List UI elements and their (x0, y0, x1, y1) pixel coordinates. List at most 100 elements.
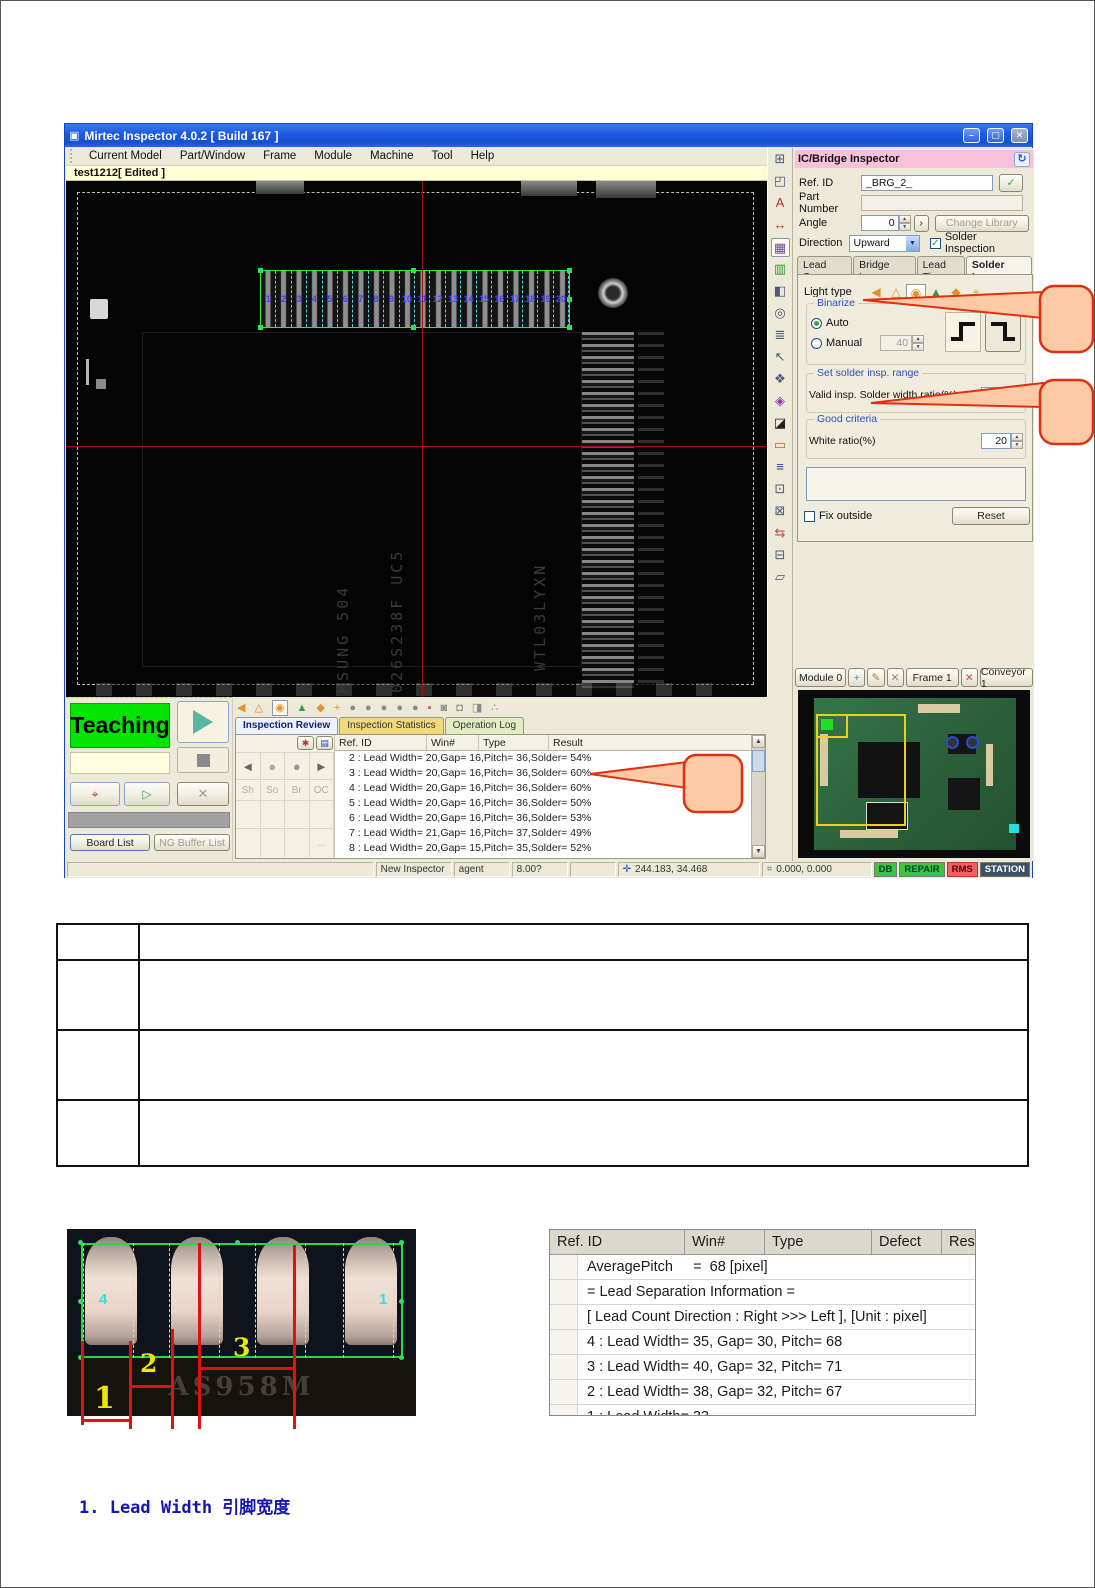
part-number-field[interactable] (861, 195, 1023, 211)
prev-defect-button[interactable]: ◄ (236, 753, 261, 779)
col-type[interactable]: Type (479, 735, 549, 750)
binarize-rising-step-button[interactable] (945, 312, 981, 352)
ref-id-field[interactable]: _BRG_2_ (861, 175, 993, 191)
menu-part-window[interactable]: Part/Window (171, 148, 254, 164)
eraser-icon[interactable]: ◧ (771, 282, 790, 301)
menu-module[interactable]: Module (305, 148, 361, 164)
angle-more-button[interactable]: › (914, 215, 929, 232)
resize-handle[interactable] (258, 325, 263, 330)
move-tool-icon[interactable]: ∴ (491, 701, 498, 715)
round-tool-icon[interactable]: ● (381, 701, 388, 715)
round-tool-icon[interactable]: ● (365, 701, 372, 715)
delete-module-icon[interactable]: ✕ (887, 668, 904, 687)
camera-stand-icon[interactable]: ◎ (771, 304, 790, 323)
title-bar[interactable]: ▣ Mirtec Inspector 4.0.2 [ Build 167 ] –… (65, 124, 1032, 147)
solder-width-stepper[interactable]: 100 ▲▼ (981, 387, 1023, 403)
fix-outside-checkbox[interactable]: ✓ (804, 511, 815, 522)
manual-radio[interactable] (811, 338, 822, 349)
col-win[interactable]: Win# (427, 735, 479, 750)
stretch-icon[interactable]: ↔ (771, 216, 790, 235)
picker-icon[interactable]: ❖ (771, 370, 790, 389)
ng-buffer-list-button[interactable]: NG Buffer List (154, 834, 230, 851)
light-plus-icon[interactable]: + (334, 701, 340, 715)
light-plus-icon[interactable]: + (966, 284, 986, 301)
menu-tool[interactable]: Tool (422, 148, 461, 164)
spin-up-icon[interactable]: ▲ (899, 215, 911, 223)
result-row[interactable]: 2 : Lead Width= 20,Gap= 16,Pitch= 36,Sol… (335, 751, 751, 766)
module-button[interactable]: Module 0 (795, 668, 846, 687)
start-inspection-button[interactable] (177, 701, 229, 743)
save-window-icon[interactable]: ⊟ (771, 546, 790, 565)
scroll-thumb[interactable] (752, 750, 765, 772)
export-table-icon[interactable]: ▤ (316, 736, 333, 750)
cancel-button[interactable]: ✕ (177, 782, 229, 806)
col-ref-id[interactable]: Ref. ID (335, 735, 427, 750)
spin-down-icon[interactable]: ▼ (899, 223, 911, 231)
contrast-icon[interactable]: ◪ (771, 414, 790, 433)
confirm-check-button[interactable]: ✓ (999, 174, 1023, 192)
results-scrollbar[interactable]: ▲ ▼ (751, 735, 765, 858)
swap-icon[interactable]: ⇆ (771, 524, 790, 543)
camera-tool-icon[interactable]: ◙ (441, 701, 448, 715)
angle-stepper[interactable]: 0 ▲▼ (861, 215, 911, 231)
light-top-icon[interactable]: △ (886, 284, 906, 301)
play-frame-button[interactable]: ▷ (124, 782, 170, 806)
defect-filter-oc[interactable]: OC (310, 780, 335, 800)
close-button[interactable]: ✕ (1011, 128, 1028, 143)
light-h-icon[interactable]: ◉ (906, 284, 926, 301)
diamond-target-icon[interactable]: ◈ (771, 392, 790, 411)
result-row[interactable]: 3 : Lead Width= 20,Gap= 16,Pitch= 36,Sol… (335, 766, 751, 781)
light-v-icon[interactable]: ◆ (316, 701, 324, 715)
chip-tool-icon[interactable]: ▦ (771, 238, 790, 257)
tab-inspection-review[interactable]: Inspection Review (235, 717, 338, 734)
combo-arrow-icon[interactable]: ▼ (906, 236, 919, 251)
text-label-icon[interactable]: A (771, 194, 790, 213)
result-row[interactable]: 8 : Lead Width= 20,Gap= 15,Pitch= 35,Sol… (335, 841, 751, 856)
round-tool-icon[interactable]: ● (349, 701, 356, 715)
more-cell[interactable]: ... (310, 829, 335, 857)
tab-solder-insp[interactable]: Solder Insp. (966, 256, 1032, 275)
direction-select[interactable]: Upward ▼ (849, 235, 920, 252)
reset-button[interactable]: Reset (952, 507, 1030, 525)
stop-button[interactable] (177, 747, 229, 773)
defect-filter-so[interactable]: So (261, 780, 286, 800)
square-tool-icon[interactable]: ▪ (428, 701, 432, 715)
light-h-icon[interactable]: ◉ (272, 700, 288, 716)
delete-frame-icon[interactable]: ✕ (961, 668, 978, 687)
light-side-icon[interactable]: ◀ (237, 701, 245, 715)
device-tool-icon[interactable]: ◨ (472, 701, 482, 715)
results-table[interactable]: Ref. ID Win# Type Result 2 : Lead Width=… (335, 735, 751, 858)
model-grid-icon[interactable]: ⊞ (771, 150, 790, 169)
menu-current-model[interactable]: Current Model (80, 148, 171, 164)
result-row[interactable]: 6 : Lead Width= 20,Gap= 16,Pitch= 36,Sol… (335, 811, 751, 826)
light-top-icon[interactable]: △ (254, 701, 262, 715)
light-v-icon[interactable]: ◆ (946, 284, 966, 301)
list-icon[interactable]: ≡ (771, 458, 790, 477)
rgb-view-icon[interactable]: ▥ (771, 260, 790, 279)
menu-help[interactable]: Help (462, 148, 504, 164)
resize-handle[interactable] (411, 325, 416, 330)
add-module-icon[interactable]: + (848, 668, 865, 687)
teach-tool-button[interactable]: ⌖ (70, 782, 120, 806)
result-row[interactable]: 7 : Lead Width= 21,Gap= 16,Pitch= 37,Sol… (335, 826, 751, 841)
round-tool-icon[interactable]: ● (396, 701, 403, 715)
tab-bridge-insp[interactable]: Bridge Insp. (853, 256, 915, 275)
white-ratio-stepper[interactable]: 20 ▲▼ (981, 433, 1023, 449)
change-library-button[interactable]: Change Library (935, 215, 1029, 232)
refresh-icon[interactable]: ↻ (1014, 152, 1030, 167)
minimize-button[interactable]: – (963, 128, 980, 143)
next-defect-button[interactable]: ► (310, 753, 335, 779)
light-up-icon[interactable]: ▲ (926, 284, 946, 301)
tab-lead-sep[interactable]: Lead Sep. (797, 256, 852, 275)
tab-lead-tip[interactable]: Lead Tip (917, 256, 965, 275)
col-result[interactable]: Result (549, 735, 751, 750)
light-side-icon[interactable]: ◀ (866, 284, 886, 301)
defect-filter-br[interactable]: Br (285, 780, 310, 800)
scroll-up-icon[interactable]: ▲ (752, 735, 765, 748)
scroll-down-icon[interactable]: ▼ (752, 845, 765, 858)
light-up-icon[interactable]: ▲ (297, 701, 308, 715)
color-filter-icon[interactable]: ✱ (297, 736, 314, 750)
round-tool-icon[interactable]: ● (412, 701, 419, 715)
binarize-falling-step-button[interactable] (985, 312, 1021, 352)
cursor-icon[interactable]: ↖ (771, 348, 790, 367)
